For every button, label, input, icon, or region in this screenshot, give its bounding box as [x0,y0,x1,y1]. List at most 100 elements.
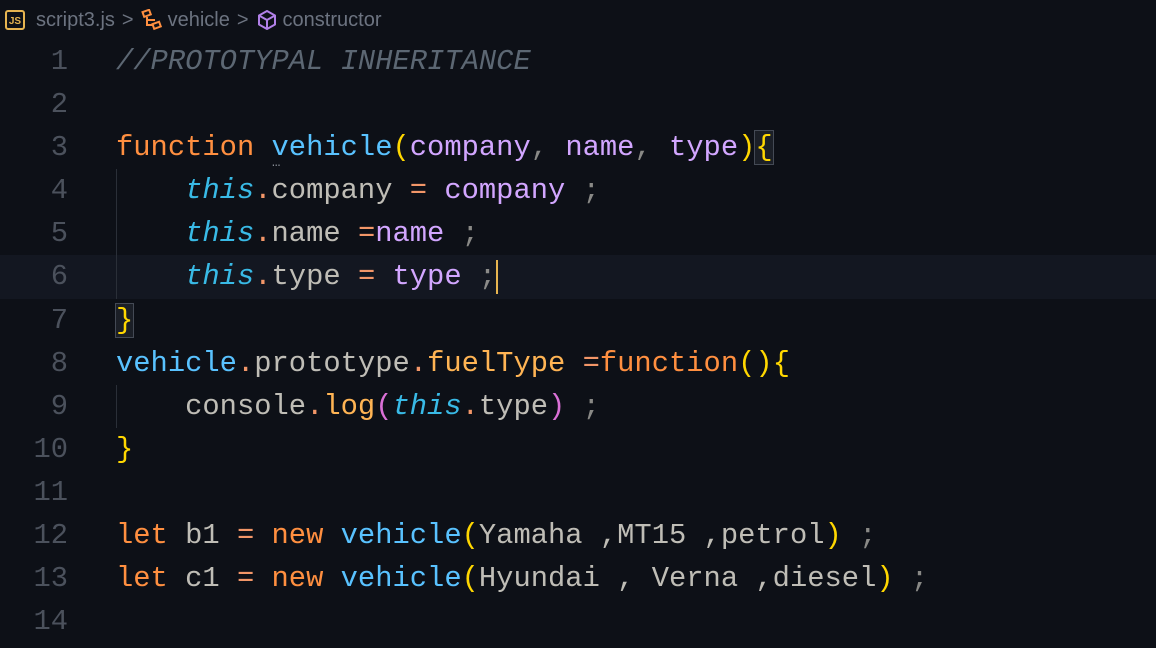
breadcrumb-file[interactable]: script3.js [36,9,115,32]
code-token: . [254,217,272,251]
code-token: this [185,174,255,208]
code-token: company [271,174,410,208]
code-line[interactable]: 4 this.company = company ; [0,169,1156,213]
code-token: Hyundai , Verna ,diesel [478,562,877,596]
code-text: //PROTOTYPAL INHERITANCE [116,40,531,83]
breadcrumb-symbol-vehicle[interactable]: vehicle [168,9,230,32]
code-text: vehicle.prototype.fuelType =function(){ [116,342,790,385]
code-token: ) [824,519,842,553]
code-line[interactable]: 2 [0,83,1156,126]
code-text: } [116,428,133,471]
chevron-right-icon: > [121,8,134,31]
code-token: = [357,217,376,251]
code-token: . [409,346,428,380]
code-line[interactable]: 1 //PROTOTYPAL INHERITANCE [0,40,1156,83]
code-token: } [116,432,134,466]
code-editor[interactable]: 1 //PROTOTYPAL INHERITANCE 2 3 function vehi… [0,40,1156,643]
code-token: ) [738,131,756,165]
code-token: console [185,389,307,423]
code-token: //PROTOTYPAL INHERITANCE [116,45,531,78]
code-line[interactable]: 9 console.log(this.type) ; [0,384,1156,428]
code-line[interactable]: 12 let b1 = new vehicle(Yamaha ,MT15 ,pet… [0,514,1156,557]
hint-dots-icon[interactable]: … [272,156,281,170]
class-symbol-icon [140,9,162,31]
line-number: 5 [50,217,68,251]
code-token: = [236,562,255,596]
code-line[interactable]: 10} [0,428,1156,471]
code-token: company [409,131,531,165]
code-token: = [409,174,445,208]
code-token: . [254,260,272,294]
code-token: function [599,346,739,380]
line-number: 9 [50,389,68,423]
code-token: vehicle [116,346,237,380]
code-line[interactable]: 6 this.type = type ; [0,255,1156,299]
code-token: this [185,260,255,294]
code-token: ; [461,260,497,294]
code-token: let [116,519,168,553]
code-text: this.type = type ; [116,255,499,298]
code-token: vehicle [271,131,393,165]
code-token: new [271,519,324,553]
code-line[interactable]: 5 this.name =name ; [0,212,1156,256]
line-number: 1 [50,45,68,78]
code-token: type [271,260,358,294]
code-token: Yamaha ,MT15 ,petrol [478,519,825,553]
code-token: ; [893,562,929,596]
line-number: 14 [33,605,68,639]
code-line[interactable]: 13 let c1 = new vehicle(Hyundai , Verna ,… [0,557,1156,600]
code-token: = [357,260,393,294]
code-token: ; [841,519,877,553]
chevron-right-icon: > [236,8,249,31]
code-token: . [461,389,479,423]
code-token: company [444,174,566,208]
code-token: { [772,346,790,380]
code-token: ( [461,562,479,596]
breadcrumb-symbol-constructor[interactable]: constructor [283,9,382,32]
code-line[interactable]: 7} [0,299,1156,342]
code-token: = [236,519,255,553]
line-number: 13 [33,562,68,596]
code-token: ; [565,174,600,208]
code-text: let b1 = new vehicle(Yamaha ,MT15 ,petro… [116,514,876,557]
code-token: type [478,389,549,423]
js-file-icon: JS [5,10,25,30]
code-token: . [254,174,272,208]
method-cube-icon [257,10,276,30]
code-line[interactable]: 14 [0,600,1156,643]
code-token: type [669,131,739,165]
code-token: ( [375,389,393,423]
code-token: ( [392,131,410,165]
code-token: . [306,389,324,423]
line-number: 4 [50,174,68,208]
code-line[interactable]: 3 function vehicle(company, name, type){… [0,126,1156,170]
code-token: ( [461,519,479,553]
line-number: 8 [50,346,68,380]
line-number: 7 [50,303,68,337]
line-number: 11 [33,475,68,509]
code-token: prototype [254,346,410,380]
code-line[interactable]: 11 [0,471,1156,514]
code-text: let c1 = new vehicle(Hyundai , Verna ,di… [116,557,928,600]
code-token: name [565,131,635,165]
line-number: 12 [33,519,68,553]
code-token: new [271,562,324,596]
code-token: , [634,131,669,165]
code-token: vehicle [340,562,462,596]
code-token: ; [444,217,479,251]
code-token: , [530,131,566,165]
line-number: 6 [50,260,68,294]
line-number: 10 [33,432,68,466]
code-token: b1 [167,519,237,553]
line-number: 2 [50,88,68,122]
code-text: this.name =name ; [116,212,479,255]
code-line[interactable]: 8 vehicle.prototype.fuelType =function(){ [0,342,1156,385]
code-token: name [375,217,445,251]
